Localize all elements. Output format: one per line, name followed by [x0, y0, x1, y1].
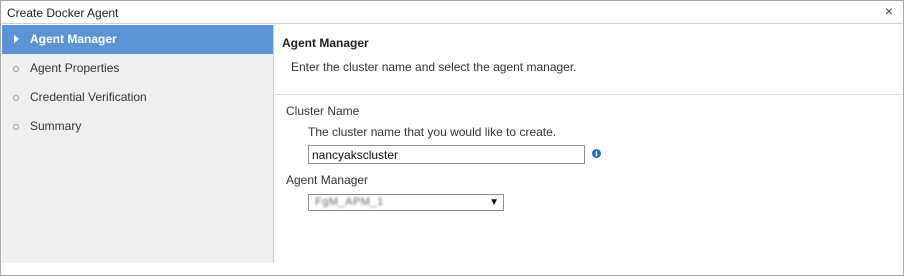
wizard-steps-sidebar: Agent Manager Agent Properties Credentia… [2, 25, 274, 263]
info-icon[interactable]: i [592, 149, 601, 158]
step-agent-manager[interactable]: Agent Manager [2, 25, 273, 54]
step-credential-verification[interactable]: Credential Verification [2, 83, 273, 112]
agent-manager-label: Agent Manager [286, 173, 369, 187]
page-title: Agent Manager [282, 36, 369, 50]
step-summary[interactable]: Summary [2, 112, 273, 141]
step-label: Agent Manager [30, 32, 117, 46]
agent-manager-selected-value: FgM_APM_1 [315, 196, 384, 208]
dialog-titlebar: Create Docker Agent × [1, 1, 903, 24]
step-agent-properties[interactable]: Agent Properties [2, 54, 273, 83]
arrow-right-icon [14, 35, 19, 43]
page-description: Enter the cluster name and select the ag… [291, 60, 577, 74]
step-label: Credential Verification [30, 90, 147, 104]
dialog-title: Create Docker Agent [7, 6, 119, 20]
step-label: Summary [30, 119, 82, 133]
step-label: Agent Properties [30, 61, 120, 75]
close-icon[interactable]: × [881, 3, 897, 19]
cluster-name-label: Cluster Name [286, 104, 360, 118]
circle-bullet-icon [13, 66, 19, 72]
cluster-name-help: The cluster name that you would like to … [308, 125, 557, 139]
create-docker-agent-dialog: Create Docker Agent × Agent Manager Agen… [0, 0, 904, 276]
chevron-down-icon: ▼ [489, 197, 499, 208]
circle-bullet-icon [13, 124, 19, 130]
agent-manager-select[interactable]: FgM_APM_1 ▼ [308, 194, 504, 211]
page-header: Agent Manager Enter the cluster name and… [275, 25, 903, 95]
cluster-name-input[interactable] [308, 145, 585, 164]
wizard-content: Agent Manager Enter the cluster name and… [275, 25, 903, 263]
circle-bullet-icon [13, 95, 19, 101]
